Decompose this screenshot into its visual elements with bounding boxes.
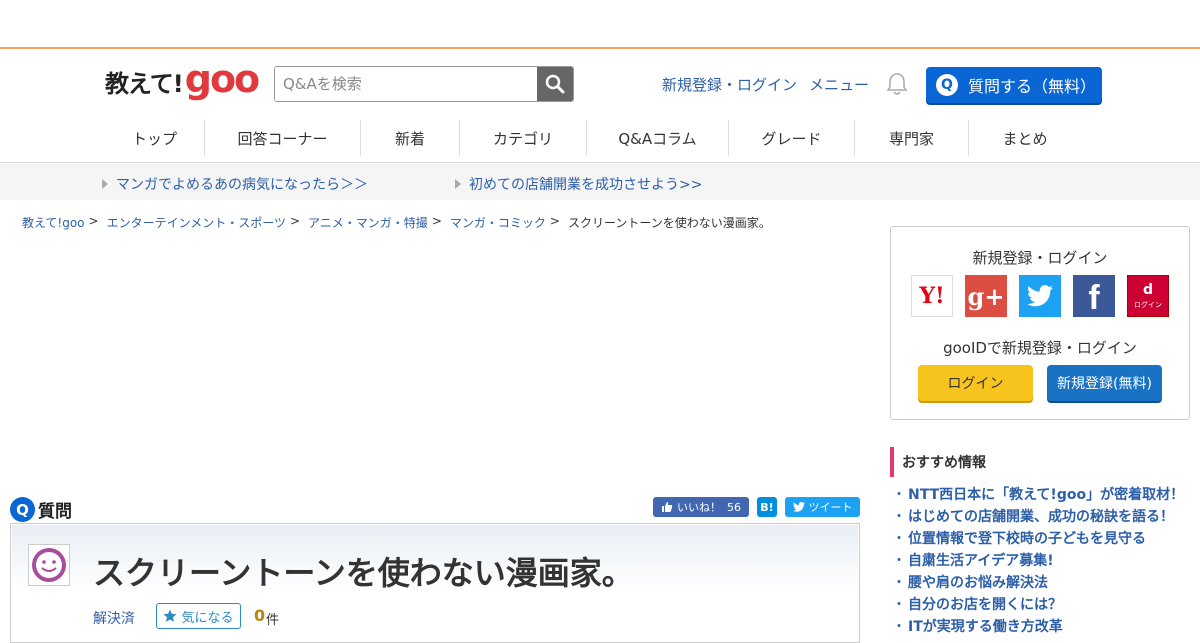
recommend-link: 位置情報で登下校時の子どもを見守る — [908, 531, 1146, 547]
thumbs-up-icon — [662, 502, 673, 512]
breadcrumb-separator: > — [88, 214, 99, 228]
recommend-link: 腰や肩のお悩み解決法 — [908, 575, 1048, 591]
breadcrumb-link[interactable]: エンターテインメント・スポーツ — [107, 214, 286, 231]
triangle-icon — [455, 179, 461, 189]
docomo-login-label: ログイン — [1134, 300, 1162, 309]
breadcrumb-link[interactable]: 教えて!goo — [22, 214, 85, 231]
nav-item-matome[interactable]: まとめ — [969, 120, 1081, 156]
logo-goo: goo — [184, 57, 260, 101]
nav-item-qa-column[interactable]: Q&Aコラム — [587, 120, 729, 156]
kininaru-count-unit: 件 — [266, 613, 280, 628]
like-button[interactable]: いいね！ 56 — [653, 497, 749, 517]
bell-icon[interactable] — [886, 72, 908, 96]
top-ad-area — [0, 0, 1200, 48]
menu-link[interactable]: メニュー — [809, 74, 869, 95]
facebook-login-button[interactable]: f — [1073, 275, 1115, 317]
star-icon — [163, 609, 177, 622]
question-section-label: Q 質問 — [10, 497, 72, 522]
login-panel-title: 新規登録・ログイン — [972, 249, 1108, 267]
breadcrumb: 教えて!goo > エンターテインメント・スポーツ > アニメ・マンガ・特撮 > マン… — [22, 214, 771, 231]
login-panel: 新規登録・ログイン Y! g+ f d ログイン gooIDで新規登録・ログイン… — [890, 226, 1190, 420]
nav-item-category[interactable]: カテゴリ — [460, 120, 587, 156]
question-icon: Q — [936, 74, 958, 96]
question-icon: Q — [10, 497, 35, 522]
triangle-icon — [102, 179, 108, 189]
nav-item-expert[interactable]: 専門家 — [855, 120, 969, 156]
promo-link-label: マンガでよめるあの病気になったら＞＞ — [116, 177, 368, 193]
promo-link-label: 初めての店舗開業を成功させよう>> — [469, 177, 703, 193]
main-nav: トップ 回答コーナー 新着 カテゴリ Q&Aコラム グレード 専門家 まとめ — [105, 120, 1105, 156]
status-badge: 解決済 — [93, 611, 135, 627]
yahoo-login-button[interactable]: Y! — [911, 275, 953, 317]
question-box: スクリーントーンを使わない漫画家。 解決済 気になる 0 件 — [10, 523, 860, 643]
recommend-link: NTT西日本に「教えて!goo」が密着取材！ — [908, 487, 1185, 503]
register-button[interactable]: 新規登録(無料) — [1047, 365, 1162, 401]
kininaru-button[interactable]: 気になる — [156, 603, 241, 629]
login-button[interactable]: ログイン — [918, 365, 1033, 401]
promo-link-manga[interactable]: マンガでよめるあの病気になったら＞＞ — [102, 174, 368, 194]
recommend-link: はじめての店舗開業、成功の秘訣を語る！ — [908, 509, 1174, 525]
yahoo-icon: Y! — [919, 283, 945, 309]
breadcrumb-link[interactable]: アニメ・マンガ・特撮 — [308, 214, 428, 231]
like-label: いいね！ — [677, 501, 721, 514]
list-item[interactable]: ・位置情報で登下校時の子どもを見守る — [892, 530, 1192, 552]
avatar[interactable] — [28, 544, 70, 586]
search-button[interactable] — [537, 67, 573, 101]
ask-button-label: 質問する（無料） — [968, 77, 1097, 96]
tweet-label: ツイート — [808, 501, 853, 514]
hatena-bookmark-button[interactable]: B! — [757, 497, 777, 517]
google-plus-icon: g+ — [967, 281, 1005, 311]
breadcrumb-separator: > — [289, 214, 301, 228]
twitter-bird-icon — [792, 502, 805, 512]
register-login-link[interactable]: 新規登録・ログイン — [662, 74, 797, 95]
google-plus-login-button[interactable]: g+ — [965, 275, 1007, 317]
promo-bar: マンガでよめるあの病気になったら＞＞ 初めての店舗開業を成功させよう>> — [0, 162, 1200, 200]
kininaru-label: 気になる — [181, 610, 234, 626]
promo-link-store[interactable]: 初めての店舗開業を成功させよう>> — [455, 174, 702, 194]
tweet-button[interactable]: ツイート — [785, 497, 860, 517]
list-item[interactable]: ・自分のお店を開くには？ — [892, 596, 1192, 618]
nav-item-new[interactable]: 新着 — [361, 120, 460, 156]
recommend-heading: おすすめ情報 — [890, 447, 1190, 477]
ask-question-button[interactable]: Q 質問する（無料） — [926, 67, 1102, 103]
twitter-icon — [1027, 285, 1053, 307]
gooid-text: gooIDで新規登録・ログイン — [943, 339, 1137, 357]
facebook-icon: f — [1088, 279, 1100, 317]
kininaru-count: 0 — [254, 606, 266, 625]
smiley-avatar-icon — [32, 548, 66, 582]
breadcrumb-separator: > — [431, 214, 442, 228]
question-heading: 質問 — [38, 502, 72, 522]
recommend-link: 自粛生活アイデア募集! — [908, 553, 1054, 569]
nav-item-top[interactable]: トップ — [105, 120, 205, 156]
site-logo[interactable]: 教えて! goo — [105, 57, 260, 101]
list-item[interactable]: ・はじめての店舗開業、成功の秘訣を語る！ — [892, 508, 1192, 530]
nav-item-answer-corner[interactable]: 回答コーナー — [205, 120, 361, 156]
recommend-link: ITが実現する働き方改革 — [908, 619, 1063, 635]
docomo-icon: d — [1142, 281, 1154, 298]
search-input[interactable] — [275, 67, 537, 101]
list-item[interactable]: ・腰や肩のお悩み解決法 — [892, 574, 1192, 596]
twitter-login-button[interactable] — [1019, 275, 1061, 317]
recommend-list: ・ NTT西日本に「教えて!goo」が密着取材！ ・はじめての店舗開業、成功の秘訣… — [892, 486, 1192, 640]
header-divider — [0, 47, 1200, 49]
question-title: スクリーントーンを使わない漫画家。 — [93, 554, 634, 592]
like-count: 56 — [727, 500, 741, 514]
breadcrumb-current: スクリーントーンを使わない漫画家。 — [567, 216, 771, 230]
list-item[interactable]: ・ NTT西日本に「教えて!goo」が密着取材！ — [892, 486, 1192, 508]
search-box — [274, 66, 574, 102]
list-item[interactable]: ・自粛生活アイデア募集! — [892, 552, 1192, 574]
recommend-link: 自分のお店を開くには？ — [908, 597, 1062, 613]
docomo-login-button[interactable]: d ログイン — [1127, 275, 1169, 317]
breadcrumb-separator: > — [549, 214, 560, 228]
list-item[interactable]: ・ ITが実現する働き方改革 — [892, 618, 1192, 640]
logo-text: 教えて! — [105, 70, 184, 98]
breadcrumb-link[interactable]: マンガ・コミック — [450, 214, 546, 231]
nav-item-grade[interactable]: グレード — [729, 120, 855, 156]
search-icon — [545, 74, 565, 94]
